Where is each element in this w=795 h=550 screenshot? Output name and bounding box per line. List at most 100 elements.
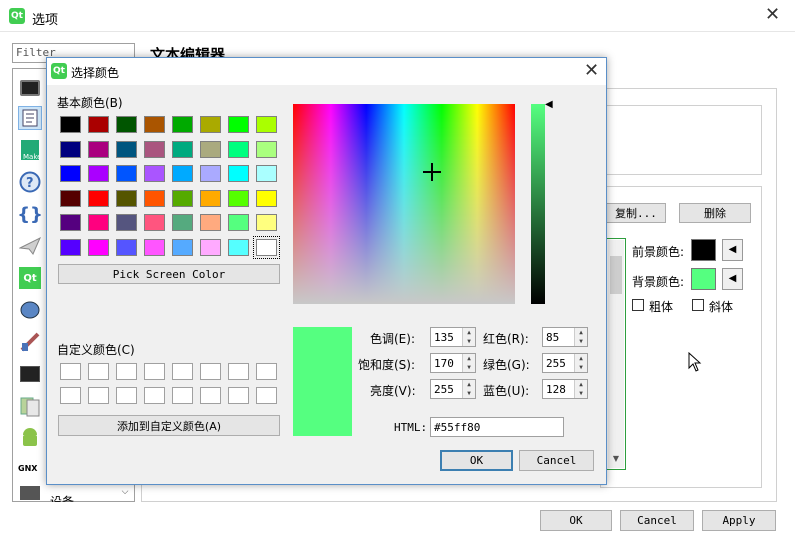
add-custom-color-button[interactable]: 添加到自定义颜色(A): [58, 415, 280, 436]
basic-color-swatch[interactable]: [144, 190, 165, 207]
basic-color-swatch[interactable]: [228, 165, 249, 182]
bold-checkbox[interactable]: [632, 299, 644, 311]
basic-color-swatch[interactable]: [228, 116, 249, 133]
value-slider[interactable]: [531, 104, 545, 304]
basic-color-swatch[interactable]: [116, 239, 137, 256]
text-editor-icon[interactable]: [18, 106, 42, 130]
basic-color-swatch[interactable]: [228, 190, 249, 207]
basic-color-swatch[interactable]: [228, 141, 249, 158]
value-spinbox[interactable]: 255 ▲ ▼: [430, 379, 476, 399]
basic-color-swatch[interactable]: [256, 190, 277, 207]
basic-color-swatch[interactable]: [60, 165, 81, 182]
basic-color-swatch[interactable]: [200, 190, 221, 207]
basic-color-swatch[interactable]: [88, 141, 109, 158]
basic-color-swatch[interactable]: [88, 116, 109, 133]
basic-color-swatch[interactable]: [60, 214, 81, 231]
basic-color-swatch[interactable]: [172, 214, 193, 231]
sidebar-scroll-down[interactable]: ⌵: [117, 484, 133, 500]
basic-color-swatch[interactable]: [172, 141, 193, 158]
custom-color-swatch[interactable]: [116, 363, 137, 380]
custom-color-swatch[interactable]: [200, 387, 221, 404]
android-icon[interactable]: [18, 426, 42, 450]
custom-color-swatch[interactable]: [256, 387, 277, 404]
build-run-icon[interactable]: Make: [18, 138, 42, 162]
help-icon[interactable]: ?: [18, 170, 42, 194]
basic-color-swatch[interactable]: [256, 165, 277, 182]
custom-color-swatch[interactable]: [172, 363, 193, 380]
pick-screen-color-button[interactable]: Pick Screen Color: [58, 264, 280, 284]
monitor-icon[interactable]: [18, 76, 42, 100]
hue-spinbox[interactable]: 135 ▲ ▼: [430, 327, 476, 347]
italic-checkbox[interactable]: [692, 299, 704, 311]
basic-color-swatch[interactable]: [253, 236, 280, 259]
basic-color-swatch[interactable]: [116, 116, 137, 133]
documents-icon[interactable]: [18, 394, 42, 418]
foreground-reset-button[interactable]: ◀: [722, 239, 743, 261]
delete-button[interactable]: 删除: [679, 203, 751, 223]
basic-color-swatch[interactable]: [228, 239, 249, 256]
red-spinbox[interactable]: 85 ▲ ▼: [542, 327, 588, 347]
custom-color-swatch[interactable]: [228, 363, 249, 380]
custom-color-swatch[interactable]: [60, 363, 81, 380]
green-spinbox[interactable]: 255 ▲ ▼: [542, 353, 588, 373]
basic-color-swatch[interactable]: [116, 214, 137, 231]
basic-color-swatch[interactable]: [172, 190, 193, 207]
device-icon[interactable]: [18, 486, 42, 500]
basic-color-swatch[interactable]: [60, 190, 81, 207]
close-icon[interactable]: ✕: [765, 6, 780, 24]
sidebar-gnx-label[interactable]: GNX: [18, 464, 37, 473]
hue-spin-arrows[interactable]: ▲ ▼: [462, 328, 475, 346]
send-icon[interactable]: [18, 234, 42, 258]
basic-color-swatch[interactable]: [200, 141, 221, 158]
code-braces-icon[interactable]: {}: [17, 202, 43, 226]
basic-color-swatch[interactable]: [88, 239, 109, 256]
html-input[interactable]: #55ff80: [430, 417, 564, 437]
basic-color-swatch[interactable]: [172, 116, 193, 133]
basic-color-swatch[interactable]: [228, 214, 249, 231]
debugger-icon[interactable]: [18, 298, 42, 322]
basic-color-swatch[interactable]: [200, 214, 221, 231]
format-list-scrollbar[interactable]: ▼: [608, 240, 624, 468]
options-cancel-button[interactable]: Cancel: [620, 510, 694, 531]
basic-color-swatch[interactable]: [60, 239, 81, 256]
basic-color-swatch[interactable]: [172, 165, 193, 182]
custom-color-swatch[interactable]: [228, 387, 249, 404]
basic-color-swatch[interactable]: [116, 190, 137, 207]
color-dialog-close-icon[interactable]: ✕: [584, 62, 599, 80]
options-ok-button[interactable]: OK: [540, 510, 612, 531]
basic-color-swatch[interactable]: [116, 165, 137, 182]
basic-color-swatch[interactable]: [144, 116, 165, 133]
basic-color-swatch[interactable]: [60, 141, 81, 158]
analyzer-icon[interactable]: [18, 330, 42, 354]
custom-color-swatch[interactable]: [88, 363, 109, 380]
basic-color-swatch[interactable]: [116, 141, 137, 158]
custom-color-swatch[interactable]: [172, 387, 193, 404]
value-slider-marker-icon[interactable]: ◀: [545, 99, 553, 110]
red-spin-arrows[interactable]: ▲ ▼: [574, 328, 587, 346]
saturation-spin-arrows[interactable]: ▲ ▼: [462, 354, 475, 372]
basic-color-swatch[interactable]: [144, 141, 165, 158]
custom-color-swatch[interactable]: [200, 363, 221, 380]
saturation-spinbox[interactable]: 170 ▲ ▼: [430, 353, 476, 373]
copy-button[interactable]: 复制...: [606, 203, 666, 223]
custom-color-swatch[interactable]: [144, 387, 165, 404]
value-spin-arrows[interactable]: ▲ ▼: [462, 380, 475, 398]
custom-color-swatch[interactable]: [88, 387, 109, 404]
basic-color-swatch[interactable]: [172, 239, 193, 256]
basic-color-swatch[interactable]: [88, 190, 109, 207]
basic-color-swatch[interactable]: [256, 116, 277, 133]
custom-color-swatch[interactable]: [116, 387, 137, 404]
custom-color-swatch[interactable]: [256, 363, 277, 380]
background-color-button[interactable]: [691, 268, 716, 290]
color-dialog-ok-button[interactable]: OK: [440, 450, 513, 471]
hue-saturation-picker[interactable]: [293, 104, 515, 304]
basic-color-swatch[interactable]: [88, 165, 109, 182]
custom-color-swatch[interactable]: [144, 363, 165, 380]
color-dialog-cancel-button[interactable]: Cancel: [519, 450, 594, 471]
basic-color-swatch[interactable]: [256, 141, 277, 158]
basic-color-swatch[interactable]: [200, 116, 221, 133]
basic-color-swatch[interactable]: [200, 165, 221, 182]
background-reset-button[interactable]: ◀: [722, 268, 743, 290]
basic-color-swatch[interactable]: [144, 214, 165, 231]
foreground-color-button[interactable]: [691, 239, 716, 261]
